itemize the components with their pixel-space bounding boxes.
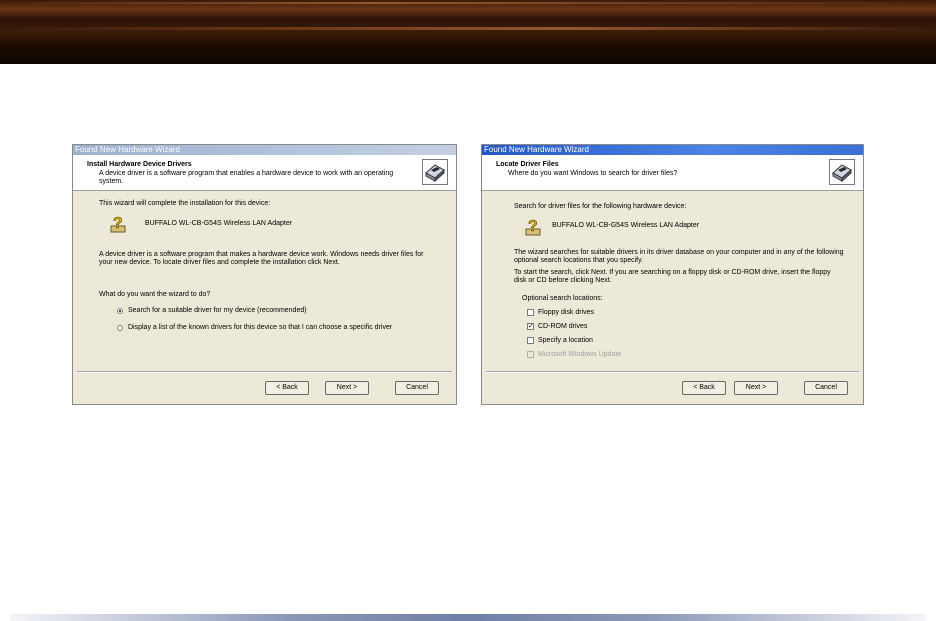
cancel-button[interactable]: Cancel [395,381,439,395]
windows-update-label: Microsoft Windows Update [538,351,622,358]
header-subtitle: Where do you want Windows to search for … [508,170,678,177]
dialog-title-bar: Found New Hardware Wizard [482,145,863,155]
optional-locations-label: Optional search locations: [522,295,603,302]
next-button[interactable]: Next > [734,381,778,395]
wizard-header: Install Hardware Device Drivers A device… [73,155,456,191]
hardware-wizard-icon [829,159,855,185]
svg-text:?: ? [528,218,538,235]
device-name: BUFFALO WL-CB-G54S Wireless LAN Adapter [552,222,700,229]
svg-text:?: ? [113,215,123,232]
floppy-checkbox[interactable] [527,309,534,316]
specify-location-label[interactable]: Specify a location [538,337,593,345]
wizard-intro: This wizard will complete the installati… [99,200,271,207]
option-search-radio[interactable] [117,308,123,314]
search-description: The wizard searches for suitable drivers… [514,249,844,264]
banner-streak [0,27,936,30]
hardware-wizard-icon [422,159,448,185]
device-name: BUFFALO WL-CB-G54S Wireless LAN Adapter [145,220,293,227]
option-list-radio[interactable] [117,325,123,331]
driver-description: A device driver is a software program th… [99,251,424,266]
specify-location-checkbox[interactable] [527,337,534,344]
option-list-label[interactable]: Display a list of the known drivers for … [128,324,392,332]
back-button[interactable]: < Back [265,381,309,395]
windows-update-checkbox [527,351,534,358]
search-instruction: To start the search, click Next. If you … [514,269,831,284]
wizard-header: Locate Driver Files Where do you want Wi… [482,155,863,191]
wizard-question: What do you want the wizard to do? [99,291,211,298]
footer-bar [10,614,926,621]
header-subtitle: A device driver is a software program th… [99,170,394,185]
cdrom-checkbox[interactable]: ✓ [527,323,534,330]
button-divider [77,371,452,373]
install-drivers-dialog: Found New Hardware Wizard Install Hardwa… [72,144,457,405]
top-banner [0,0,936,64]
locate-drivers-dialog: Found New Hardware Wizard Locate Driver … [481,144,864,405]
back-button[interactable]: < Back [682,381,726,395]
floppy-label[interactable]: Floppy disk drives [538,309,594,317]
unknown-device-icon: ? [525,218,541,236]
header-title: Install Hardware Device Drivers [87,161,192,168]
banner-shine [0,2,936,4]
wizard-intro: Search for driver files for the followin… [514,203,687,210]
next-button[interactable]: Next > [325,381,369,395]
header-title: Locate Driver Files [496,161,559,168]
unknown-device-icon: ? [110,215,126,233]
dialog-title-bar: Found New Hardware Wizard [73,145,456,155]
option-search-label[interactable]: Search for a suitable driver for my devi… [128,307,307,315]
button-divider [486,371,859,373]
cdrom-label[interactable]: CD-ROM drives [538,323,587,331]
cancel-button[interactable]: Cancel [804,381,848,395]
